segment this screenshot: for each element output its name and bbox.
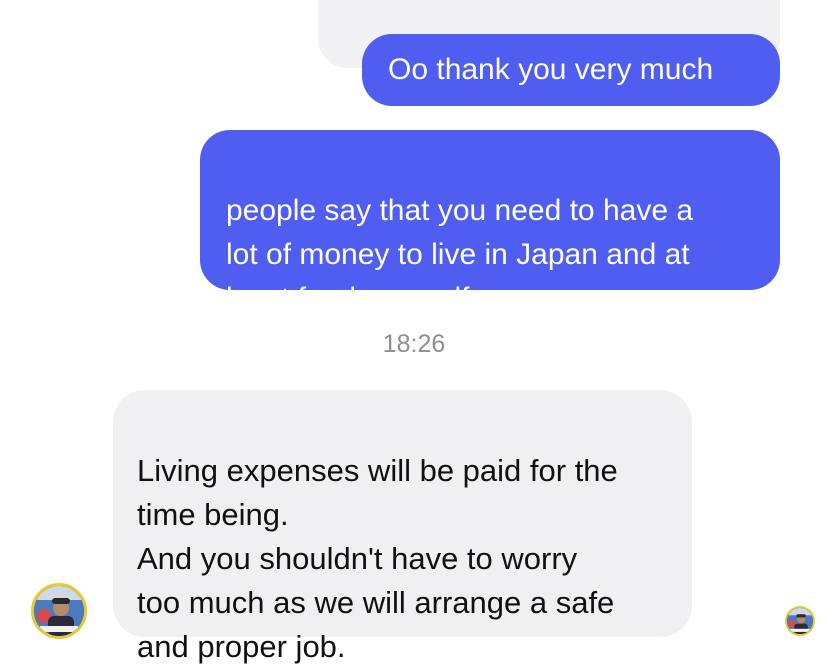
avatar-photo (34, 586, 84, 636)
avatar-icon[interactable] (31, 583, 87, 639)
incoming-message-bubble[interactable]: Living expenses will be paid for the tim… (113, 390, 692, 664)
message-timestamp: 18:26 (382, 330, 446, 358)
outgoing-message-bubble[interactable]: Oo thank you very much (362, 34, 780, 106)
chat-thread: Oo thank you very much people say that y… (0, 0, 828, 666)
read-receipt-photo (787, 608, 813, 634)
message-text: Living expenses will be paid for the tim… (137, 453, 618, 664)
read-receipt-avatar-icon (785, 606, 815, 636)
message-text: people say that you need to have a lot o… (226, 194, 694, 315)
message-text: Oo thank you very much (388, 53, 714, 86)
outgoing-message-bubble[interactable]: people say that you need to have a lot o… (200, 130, 780, 315)
